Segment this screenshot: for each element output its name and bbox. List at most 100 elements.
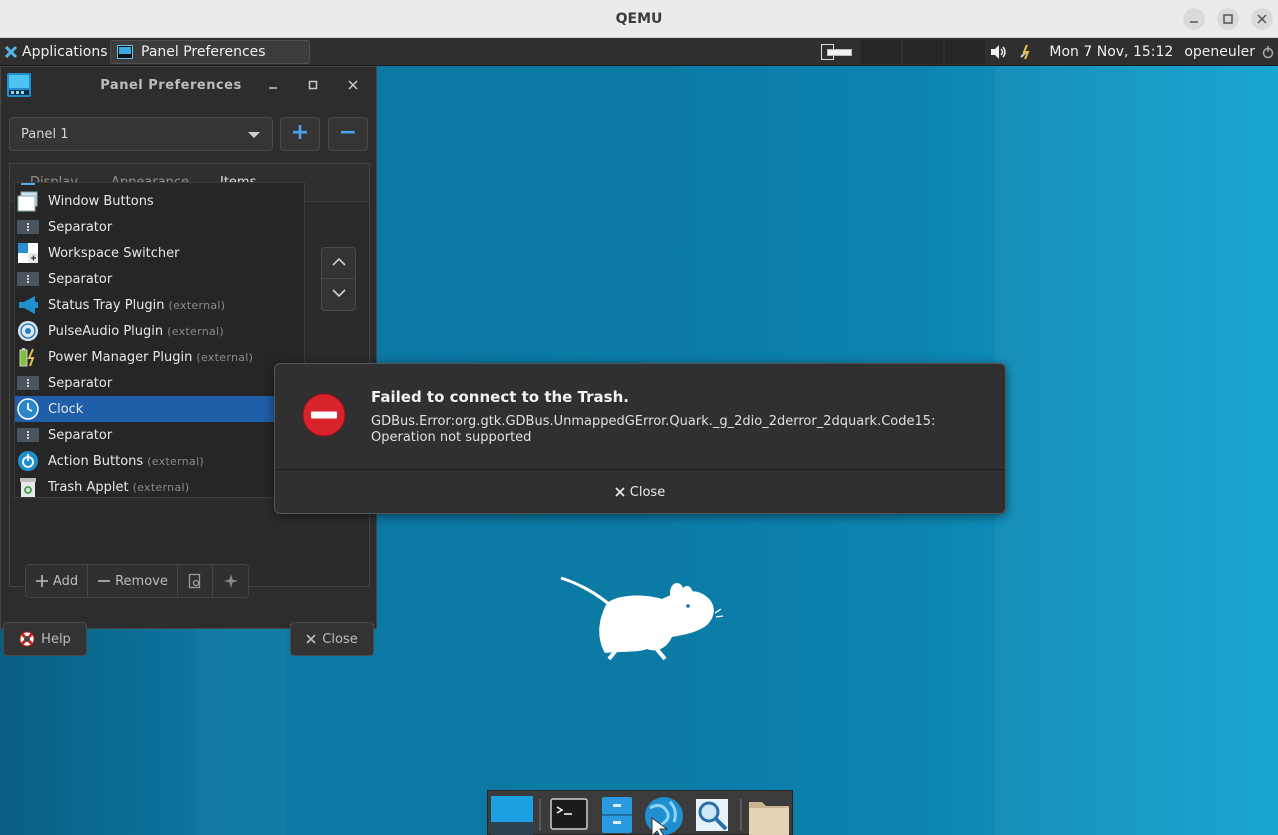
list-item[interactable]: PulseAudio Plugin (external) (15, 318, 304, 344)
prefs-minimize-button[interactable] (264, 76, 282, 94)
top-panel: Applications Panel Preferences Mon 7 Nov… (0, 38, 1278, 66)
separator-icon (17, 216, 39, 238)
power-manager-icon (17, 346, 39, 368)
prefs-titlebar[interactable]: Panel Preferences (1, 67, 376, 103)
move-buttons (321, 247, 356, 311)
list-item[interactable]: Separator (15, 214, 304, 240)
add-panel-button[interactable]: + (280, 117, 320, 151)
minus-icon (98, 580, 111, 582)
partial-row-icon (21, 183, 35, 187)
list-item[interactable]: Trash Applet (external) (15, 474, 304, 497)
item-label: Separator (48, 271, 113, 287)
about-item-button[interactable] (213, 565, 248, 597)
item-ext: (external) (147, 454, 205, 468)
item-label: Workspace Switcher (48, 245, 180, 261)
maximize-icon (308, 80, 318, 90)
dock-separator (539, 799, 541, 831)
desktop-icon (491, 796, 533, 835)
power-plug-icon[interactable] (1017, 43, 1035, 61)
clock-text[interactable]: Mon 7 Nov, 15:12 (1049, 44, 1173, 60)
item-label: Action Buttons (48, 453, 144, 469)
prefs-maximize-button[interactable] (304, 76, 322, 94)
list-item[interactable]: Action Buttons (external) (15, 448, 304, 474)
help-lifebuoy-icon (19, 631, 35, 647)
close-icon (1257, 14, 1267, 24)
error-icon (302, 393, 346, 437)
list-item[interactable]: Separator (15, 266, 304, 292)
user-name[interactable]: openeuler (1184, 44, 1255, 60)
web-browser-button[interactable] (642, 796, 683, 835)
close-icon (615, 487, 625, 497)
terminal-icon (550, 798, 588, 830)
qemu-titlebar: QEMU (0, 0, 1278, 38)
list-item[interactable]: Power Manager Plugin (external) (15, 344, 304, 370)
file-manager-button[interactable] (598, 796, 636, 834)
error-message-line-1: GDBus.Error:org.gtk.GDBus.UnmappedGError… (371, 414, 936, 429)
prefs-close-label: Close (322, 631, 358, 647)
workspace-1[interactable] (819, 41, 855, 63)
taskbar-panel-preferences[interactable]: Panel Preferences (110, 40, 310, 64)
help-button[interactable]: Help (3, 622, 87, 656)
move-up-button[interactable] (322, 248, 355, 279)
terminal-button[interactable] (550, 796, 588, 834)
desktop: Applications Panel Preferences Mon 7 Nov… (0, 38, 1278, 835)
item-ext: (external) (196, 350, 254, 364)
close-window-button[interactable] (1251, 8, 1273, 30)
taskbar-label: Panel Preferences (141, 44, 266, 60)
minimize-icon (1190, 21, 1198, 23)
workspace-preview-icon (821, 44, 852, 60)
folder-icon (749, 802, 789, 835)
item-label: Separator (48, 427, 113, 443)
pulseaudio-icon (17, 320, 39, 342)
document-properties-icon (188, 573, 201, 589)
list-item[interactable]: Separator (15, 422, 304, 448)
status-tray-icon (17, 294, 39, 316)
error-title: Failed to connect to the Trash. (371, 388, 629, 406)
list-item[interactable]: Status Tray Plugin (external) (15, 292, 304, 318)
minimize-button[interactable] (1183, 8, 1205, 30)
list-item[interactable]: Workspace Switcher (15, 240, 304, 266)
panel-select[interactable]: Panel 1 (9, 117, 273, 151)
edit-item-button[interactable] (178, 565, 213, 597)
prefs-close-button[interactable] (344, 76, 362, 94)
volume-icon[interactable] (989, 43, 1007, 61)
close-icon (348, 80, 358, 90)
power-menu-icon[interactable] (1262, 43, 1274, 61)
app-finder-button[interactable] (693, 796, 731, 834)
minus-icon: − (338, 120, 358, 145)
window-buttons-icon (17, 190, 39, 212)
item-label: Separator (48, 219, 113, 235)
workspace-4[interactable] (945, 40, 985, 64)
error-message: GDBus.Error:org.gtk.GDBus.UnmappedGError… (371, 414, 935, 446)
list-item[interactable]: Window Buttons (15, 188, 304, 214)
item-ext: (external) (167, 324, 224, 338)
sparkle-icon (223, 574, 238, 588)
list-item[interactable]: Separator (15, 370, 304, 396)
home-folder-button[interactable] (748, 796, 789, 835)
items-toolbar: Add Remove (25, 564, 249, 598)
applications-menu[interactable]: Applications (4, 41, 108, 63)
panel-select-value: Panel 1 (21, 127, 69, 142)
plus-icon (35, 575, 48, 587)
maximize-button[interactable] (1217, 8, 1239, 30)
items-list[interactable]: Window Buttons Separator Workspace Switc… (14, 182, 305, 498)
system-tray: Mon 7 Nov, 15:12 openeuler (989, 38, 1278, 66)
add-item-button[interactable]: Add (26, 565, 88, 597)
chevron-up-icon (331, 257, 346, 266)
remove-item-button[interactable]: Remove (88, 565, 178, 597)
item-label: Window Buttons (48, 193, 154, 209)
item-label: Clock (48, 401, 84, 417)
error-close-button[interactable]: Close (275, 470, 1005, 514)
show-desktop-button[interactable] (491, 796, 533, 835)
xfce-mouse-logo (560, 576, 724, 661)
prefs-close-dialog-button[interactable]: Close (290, 622, 374, 656)
globe-icon (645, 797, 683, 835)
minimize-icon (269, 87, 277, 89)
list-item-selected[interactable]: Clock (15, 396, 304, 422)
file-cabinet-icon (602, 797, 632, 833)
remove-panel-button[interactable]: − (328, 117, 368, 151)
workspace-2[interactable] (861, 40, 901, 64)
workspace-3[interactable] (903, 40, 943, 64)
move-down-button[interactable] (322, 279, 355, 310)
maximize-icon (1223, 14, 1233, 24)
